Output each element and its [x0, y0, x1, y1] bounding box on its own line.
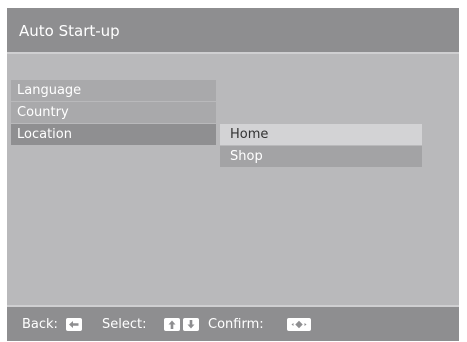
confirm-hint-label: Confirm: — [208, 317, 264, 332]
up-arrow-icon — [164, 318, 180, 331]
menu-item-language[interactable]: Language — [11, 80, 216, 101]
screen-frame: Auto Start-up Language Country Location … — [7, 8, 459, 341]
option-home[interactable]: Home — [220, 124, 422, 145]
ok-diamond-icon — [287, 318, 311, 331]
back-hint-label: Back: — [22, 317, 58, 332]
header-bar: Auto Start-up — [7, 8, 459, 54]
left-arrow-icon — [66, 318, 82, 331]
down-arrow-icon — [183, 318, 199, 331]
select-hint-label: Select: — [102, 317, 147, 332]
footer-bar: Back: Select: Confirm: — [7, 305, 459, 341]
page-title: Auto Start-up — [19, 22, 120, 40]
option-shop[interactable]: Shop — [220, 146, 422, 167]
menu-item-country[interactable]: Country — [11, 102, 216, 123]
menu-item-location[interactable]: Location — [11, 124, 216, 145]
